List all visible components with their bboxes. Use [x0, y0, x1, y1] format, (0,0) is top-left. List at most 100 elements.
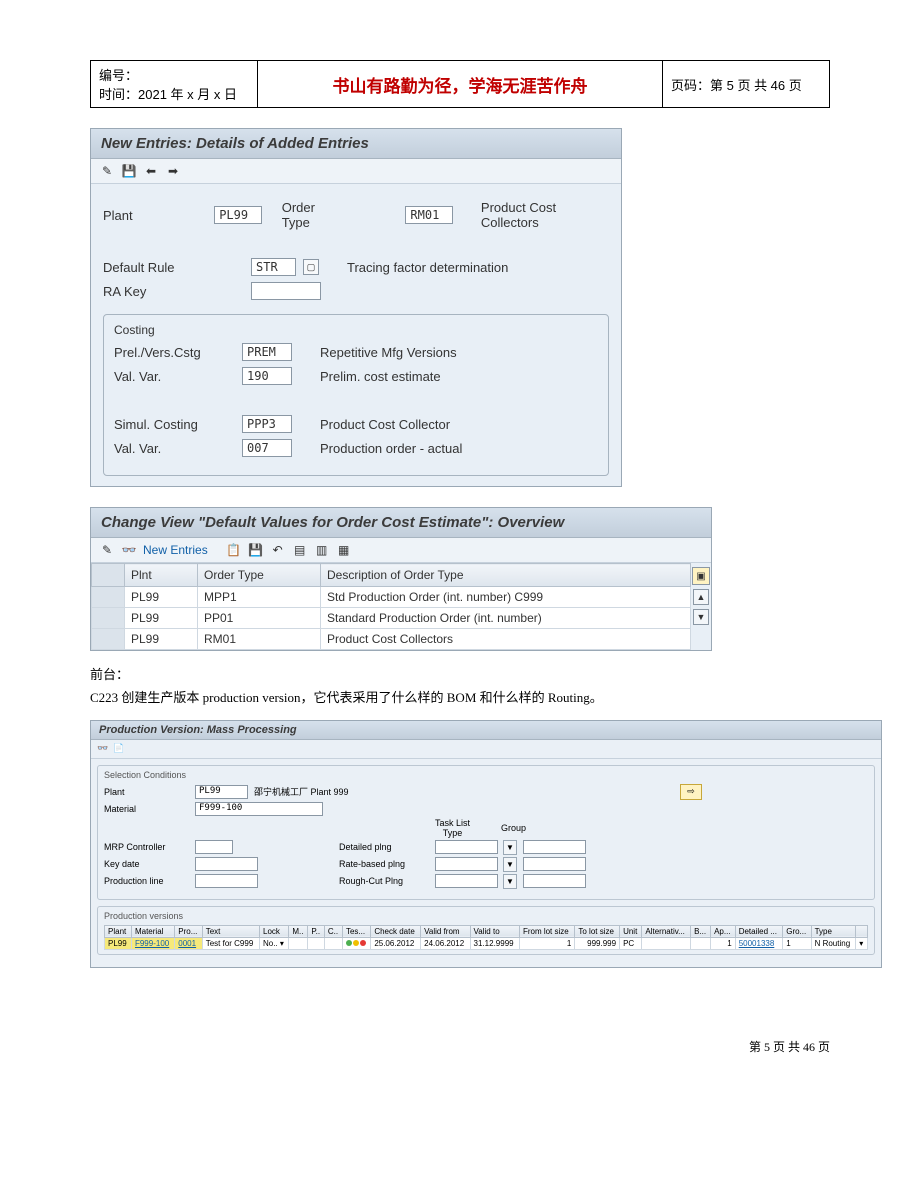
- mrp-input[interactable]: [195, 840, 233, 854]
- material-label: Material: [104, 804, 189, 814]
- prodver-link[interactable]: 0001: [178, 939, 196, 948]
- detailed-tlt-input[interactable]: [435, 840, 498, 854]
- save-icon[interactable]: 💾: [248, 542, 264, 558]
- rate-grp-input[interactable]: [523, 857, 586, 871]
- glasses-icon[interactable]: 👓: [121, 542, 137, 558]
- deselect-icon[interactable]: ▥: [314, 542, 330, 558]
- doc-title: 书山有路勤为径，学海无涯苦作舟: [258, 61, 663, 108]
- prodline-label: Production line: [104, 876, 189, 886]
- default-rule-desc: Tracing factor determination: [347, 260, 508, 275]
- execute-button[interactable]: ⇨: [680, 784, 702, 800]
- panel3-toolbar: 👓 📄: [91, 740, 881, 759]
- body-text-1: 前台：: [90, 663, 830, 686]
- ra-key-input[interactable]: [251, 282, 321, 300]
- table-row[interactable]: PL99 MPP1 Std Production Order (int. num…: [92, 587, 691, 608]
- order-type-table: Plnt Order Type Description of Order Typ…: [91, 563, 691, 650]
- simul-desc: Product Cost Collector: [320, 417, 450, 432]
- configure-icon[interactable]: ▣: [692, 567, 710, 585]
- rough-tlt-input[interactable]: [435, 874, 498, 888]
- val1-desc: Prelim. cost estimate: [320, 369, 441, 384]
- scroll-up-icon[interactable]: ▲: [693, 589, 709, 605]
- chevron-down-icon[interactable]: ▼: [503, 857, 517, 872]
- order-type-input[interactable]: RM01: [405, 206, 453, 224]
- panel2-title: Change View "Default Values for Order Co…: [91, 508, 711, 538]
- prel-desc: Repetitive Mfg Versions: [320, 345, 457, 360]
- sel-col-header: [92, 564, 125, 587]
- simul-input[interactable]: PPP3: [242, 415, 292, 433]
- undo-icon[interactable]: ↶: [270, 542, 286, 558]
- costing-group: Costing Prel./Vers.Cstg PREM Repetitive …: [103, 314, 609, 476]
- edit-icon[interactable]: ✎: [99, 163, 115, 179]
- rough-grp-input[interactable]: [523, 874, 586, 888]
- versions-header-row: PlantMaterialPro... TextLockM.. P..C..Te…: [105, 925, 868, 937]
- val1-label: Val. Var.: [114, 369, 234, 384]
- plant-desc: 邵宁机械工厂 Plant 999: [254, 785, 349, 798]
- material-link[interactable]: F999-100: [135, 939, 169, 948]
- document-header: 编号： 时间：2021 年 x 月 x 日 书山有路勤为径，学海无涯苦作舟 页码…: [90, 60, 830, 108]
- prod-versions-title: Production versions: [104, 911, 868, 921]
- glasses-icon[interactable]: 👓: [97, 743, 109, 755]
- chevron-down-icon[interactable]: ▾: [280, 939, 284, 948]
- next-icon[interactable]: ➡: [165, 163, 181, 179]
- chevron-down-icon[interactable]: ▼: [503, 840, 517, 855]
- plant-input[interactable]: PL99: [195, 785, 248, 799]
- copy-icon[interactable]: 📋: [226, 542, 242, 558]
- panel2-toolbar: ✎ 👓 New Entries 📋 💾 ↶ ▤ ▥ ▦: [91, 538, 711, 563]
- ordertype-col-header: Order Type: [198, 564, 321, 587]
- ra-key-label: RA Key: [103, 284, 243, 299]
- prel-input[interactable]: PREM: [242, 343, 292, 361]
- prel-label: Prel./Vers.Cstg: [114, 345, 234, 360]
- doc-icon[interactable]: 📄: [113, 743, 125, 755]
- new-entries-button[interactable]: New Entries: [143, 543, 208, 557]
- selection-conditions-group: Selection Conditions Plant PL99 邵宁机械工厂 P…: [97, 765, 875, 900]
- detailed-grp-input[interactable]: [523, 840, 586, 854]
- status-icon: [346, 940, 366, 946]
- delimit-icon[interactable]: ▦: [336, 542, 352, 558]
- val2-desc: Production order - actual: [320, 441, 462, 456]
- prev-icon[interactable]: ⬅: [143, 163, 159, 179]
- page-footer: 第 5 页 共 46 页: [90, 1038, 830, 1055]
- detailed-link[interactable]: 50001338: [739, 939, 775, 948]
- val1-input[interactable]: 190: [242, 367, 292, 385]
- doc-id: 编号：: [99, 65, 249, 84]
- material-input[interactable]: F999-100: [195, 802, 323, 816]
- doc-time: 时间：2021 年 x 月 x 日: [99, 84, 249, 103]
- plant-label: Plant: [104, 787, 189, 797]
- table-row[interactable]: PL99 F999-100 0001 Test for C999 No.. ▾ …: [105, 937, 868, 949]
- f4-help-icon[interactable]: ▢: [303, 259, 319, 275]
- select-all-icon[interactable]: ▤: [292, 542, 308, 558]
- prodline-input[interactable]: [195, 874, 258, 888]
- versions-table: PlantMaterialPro... TextLockM.. P..C..Te…: [104, 925, 868, 950]
- edit-icon[interactable]: ✎: [99, 542, 115, 558]
- production-versions-group: Production versions PlantMaterialPro... …: [97, 906, 875, 955]
- table-row[interactable]: PL99 PP01 Standard Production Order (int…: [92, 608, 691, 629]
- plant-col-header: Plnt: [125, 564, 198, 587]
- key-date-label: Key date: [104, 859, 189, 869]
- panel1-title: New Entries: Details of Added Entries: [91, 129, 621, 159]
- mass-processing-panel: Production Version: Mass Processing 👓 📄 …: [90, 720, 882, 968]
- default-rule-label: Default Rule: [103, 260, 243, 275]
- task-list-type-header: Task List Type: [425, 818, 480, 838]
- order-type-label: Order Type: [282, 200, 343, 230]
- rough-cut-label: Rough-Cut Plng: [339, 876, 429, 886]
- chevron-down-icon[interactable]: ▼: [503, 874, 517, 889]
- detailed-plng-label: Detailed plng: [339, 842, 429, 852]
- save-icon[interactable]: 💾: [121, 163, 137, 179]
- rate-based-label: Rate-based plng: [339, 859, 429, 869]
- sel-cond-title: Selection Conditions: [104, 770, 868, 780]
- chevron-down-icon[interactable]: ▾: [859, 939, 863, 948]
- plant-input[interactable]: PL99: [214, 206, 262, 224]
- val2-label: Val. Var.: [114, 441, 234, 456]
- scroll-down-icon[interactable]: ▼: [693, 609, 709, 625]
- default-rule-input[interactable]: STR: [251, 258, 296, 276]
- key-date-input[interactable]: [195, 857, 258, 871]
- rate-tlt-input[interactable]: [435, 857, 498, 871]
- costing-title: Costing: [114, 323, 598, 337]
- panel3-title: Production Version: Mass Processing: [91, 721, 881, 740]
- order-type-desc: Product Cost Collectors: [481, 200, 609, 230]
- group-header: Group: [486, 823, 541, 833]
- panel1-toolbar: ✎ 💾 ⬅ ➡: [91, 159, 621, 184]
- change-view-panel: Change View "Default Values for Order Co…: [90, 507, 712, 651]
- table-row[interactable]: PL99 RM01 Product Cost Collectors: [92, 629, 691, 650]
- val2-input[interactable]: 007: [242, 439, 292, 457]
